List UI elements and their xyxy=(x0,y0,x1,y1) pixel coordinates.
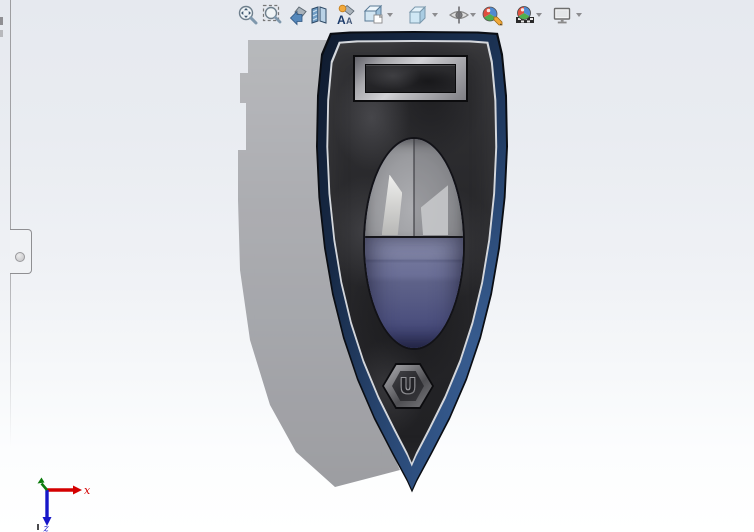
edit-appearance-icon xyxy=(482,6,503,26)
apply-scene-dropdown-arrow[interactable] xyxy=(536,13,542,17)
reference-triad: x z xyxy=(37,477,91,532)
triad-x-arrowhead xyxy=(73,485,82,495)
display-style-icon xyxy=(408,5,427,25)
section-view-icon xyxy=(311,6,327,24)
bow-hatch-panel xyxy=(365,64,456,93)
boat-model[interactable]: U xyxy=(310,31,510,493)
zoom-to-area-button[interactable] xyxy=(262,4,284,26)
panel-edge-artifact xyxy=(0,17,3,25)
section-view-button[interactable] xyxy=(309,4,331,26)
panel-border xyxy=(10,0,11,446)
zoom-to-fit-icon xyxy=(238,5,258,25)
heads-up-view-toolbar: A A xyxy=(0,0,754,30)
canopy-seam xyxy=(413,139,415,237)
view-settings-button[interactable] xyxy=(551,4,573,26)
display-style-dropdown-arrow[interactable] xyxy=(432,13,438,17)
edit-appearance-button[interactable] xyxy=(481,4,503,26)
triad-y-axis xyxy=(40,482,48,491)
dynamic-annotation-views-icon: A A xyxy=(337,4,355,26)
apply-scene-icon xyxy=(516,6,534,23)
hide-show-items-icon xyxy=(449,6,469,24)
panel-edge-artifact xyxy=(0,30,3,37)
grip-dot-icon xyxy=(15,252,25,262)
view-orientation-button[interactable] xyxy=(362,4,384,26)
svg-text:A: A xyxy=(346,16,353,26)
panel-splitter-tab[interactable] xyxy=(10,229,32,274)
triad-z-label: z xyxy=(43,524,50,532)
dynamic-annotation-views-button[interactable]: A A xyxy=(334,4,356,26)
apply-scene-button[interactable] xyxy=(514,4,536,26)
viewport-canvas[interactable]: U A A x z xyxy=(0,0,754,532)
triad-x-label: x xyxy=(84,484,91,497)
zoom-to-area-icon xyxy=(262,4,282,24)
view-orientation-dropdown-arrow[interactable] xyxy=(387,13,393,17)
view-settings-icon xyxy=(553,7,571,24)
triad-y-arrowhead xyxy=(37,477,45,484)
zoom-to-fit-button[interactable] xyxy=(237,4,259,26)
view-orientation-icon xyxy=(363,4,383,24)
view-settings-dropdown-arrow[interactable] xyxy=(576,13,582,17)
previous-view-button[interactable] xyxy=(287,4,309,26)
emblem-letter: U xyxy=(399,374,417,398)
display-style-button[interactable] xyxy=(406,4,428,26)
previous-view-icon xyxy=(289,6,307,26)
hide-show-items-button[interactable] xyxy=(448,4,470,26)
canopy-blue-tint xyxy=(365,238,463,348)
cockpit-canopy xyxy=(363,137,465,350)
bow-hatch xyxy=(353,55,468,102)
svg-text:A: A xyxy=(337,13,346,26)
hide-show-items-dropdown-arrow[interactable] xyxy=(470,13,476,17)
